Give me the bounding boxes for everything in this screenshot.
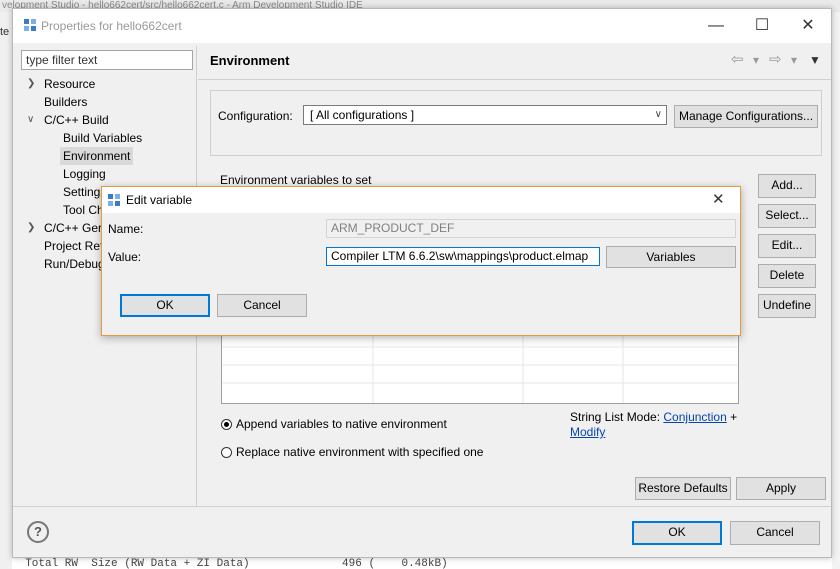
header-divider	[198, 79, 831, 80]
delete-button[interactable]: Delete	[758, 264, 816, 288]
edit-variable-titlebar: Edit variable ✕	[102, 187, 740, 213]
add-button[interactable]: Add...	[758, 174, 816, 198]
tree-item-builders[interactable]: Builders	[44, 93, 87, 111]
help-icon[interactable]: ?	[27, 521, 49, 543]
close-button[interactable]: ✕	[785, 9, 831, 43]
cancel-button[interactable]: Cancel	[730, 521, 820, 545]
back-dropdown-icon[interactable]: ▾	[753, 53, 759, 67]
value-label: Value:	[108, 250, 142, 264]
dialog-title: Properties for hello662cert	[41, 19, 182, 33]
append-radio[interactable]	[221, 419, 232, 430]
tree-item-project-references[interactable]: Project Ref	[44, 237, 103, 255]
configuration-value: [ All configurations ]	[310, 108, 415, 122]
back-arrow-icon[interactable]: ⇦	[731, 50, 744, 68]
env-variables-label: Environment variables to set	[220, 173, 372, 187]
replace-label: Replace native environment with specifie…	[236, 445, 484, 459]
chevron-down-icon: ∨	[654, 109, 662, 120]
dialog-titlebar: Properties for hello662cert — ☐ ✕	[13, 9, 831, 43]
filter-input[interactable]	[21, 50, 193, 70]
chevron-right-icon: ❯	[27, 222, 36, 233]
chevron-right-icon: ❯	[27, 78, 36, 89]
ok-button[interactable]: OK	[632, 521, 722, 545]
forward-arrow-icon[interactable]: ⇨	[769, 50, 782, 68]
restore-defaults-button[interactable]: Restore Defaults	[635, 477, 731, 500]
append-label: Append variables to native environment	[236, 417, 447, 431]
edit-variable-title: Edit variable	[126, 193, 193, 207]
forward-dropdown-icon[interactable]: ▾	[791, 53, 797, 67]
maximize-button[interactable]: ☐	[739, 9, 785, 43]
tree-item-logging[interactable]: Logging	[63, 165, 106, 183]
edit-cancel-button[interactable]: Cancel	[217, 294, 307, 317]
tree-item-environment[interactable]: Environment	[60, 147, 134, 165]
apply-button[interactable]: Apply	[736, 477, 826, 500]
ide-console-output: Total RW Size (RW Data + ZI Data) 496 ( …	[12, 558, 832, 569]
name-field: ARM_PRODUCT_DEF	[326, 219, 736, 238]
edit-variable-dialog: Edit variable ✕ Name: ARM_PRODUCT_DEF Va…	[101, 186, 741, 336]
variables-button[interactable]: Variables	[606, 246, 736, 268]
view-menu-icon[interactable]: ▼	[809, 53, 821, 67]
properties-icon	[24, 19, 36, 31]
ide-left-text: te	[0, 26, 10, 38]
minimize-button[interactable]: —	[693, 9, 739, 43]
manage-configurations-button[interactable]: Manage Configurations...	[674, 105, 818, 128]
value-field[interactable]: Compiler LTM 6.6.2\sw\mappings\product.e…	[326, 247, 600, 266]
edit-button[interactable]: Edit...	[758, 234, 816, 258]
tree-item-build-variables[interactable]: Build Variables	[63, 129, 142, 147]
string-list-mode-label: String List Mode: Conjunction +	[570, 410, 738, 424]
close-icon[interactable]: ✕	[712, 190, 725, 208]
configuration-label: Configuration:	[218, 109, 293, 123]
page-title: Environment	[210, 53, 290, 68]
env-variables-table[interactable]	[221, 334, 739, 404]
modify-link[interactable]: Modify	[570, 425, 605, 439]
undefine-button[interactable]: Undefine	[758, 294, 816, 318]
conjunction-link[interactable]: Conjunction	[663, 410, 726, 424]
properties-icon	[108, 194, 120, 206]
configuration-select[interactable]: [ All configurations ] ∨	[303, 105, 667, 125]
replace-radio[interactable]	[221, 447, 232, 458]
footer-divider	[13, 506, 831, 507]
ide-right-strip	[832, 12, 840, 569]
tree-item-run-debug[interactable]: Run/Debug	[44, 255, 105, 273]
tree-item-tool-chain[interactable]: Tool Ch	[63, 201, 104, 219]
select-button[interactable]: Select...	[758, 204, 816, 228]
table-grid	[222, 335, 738, 403]
name-label: Name:	[108, 222, 144, 236]
edit-ok-button[interactable]: OK	[120, 294, 210, 317]
chevron-down-icon: ∨	[27, 114, 35, 125]
tree-item-settings[interactable]: Settings	[63, 183, 106, 201]
